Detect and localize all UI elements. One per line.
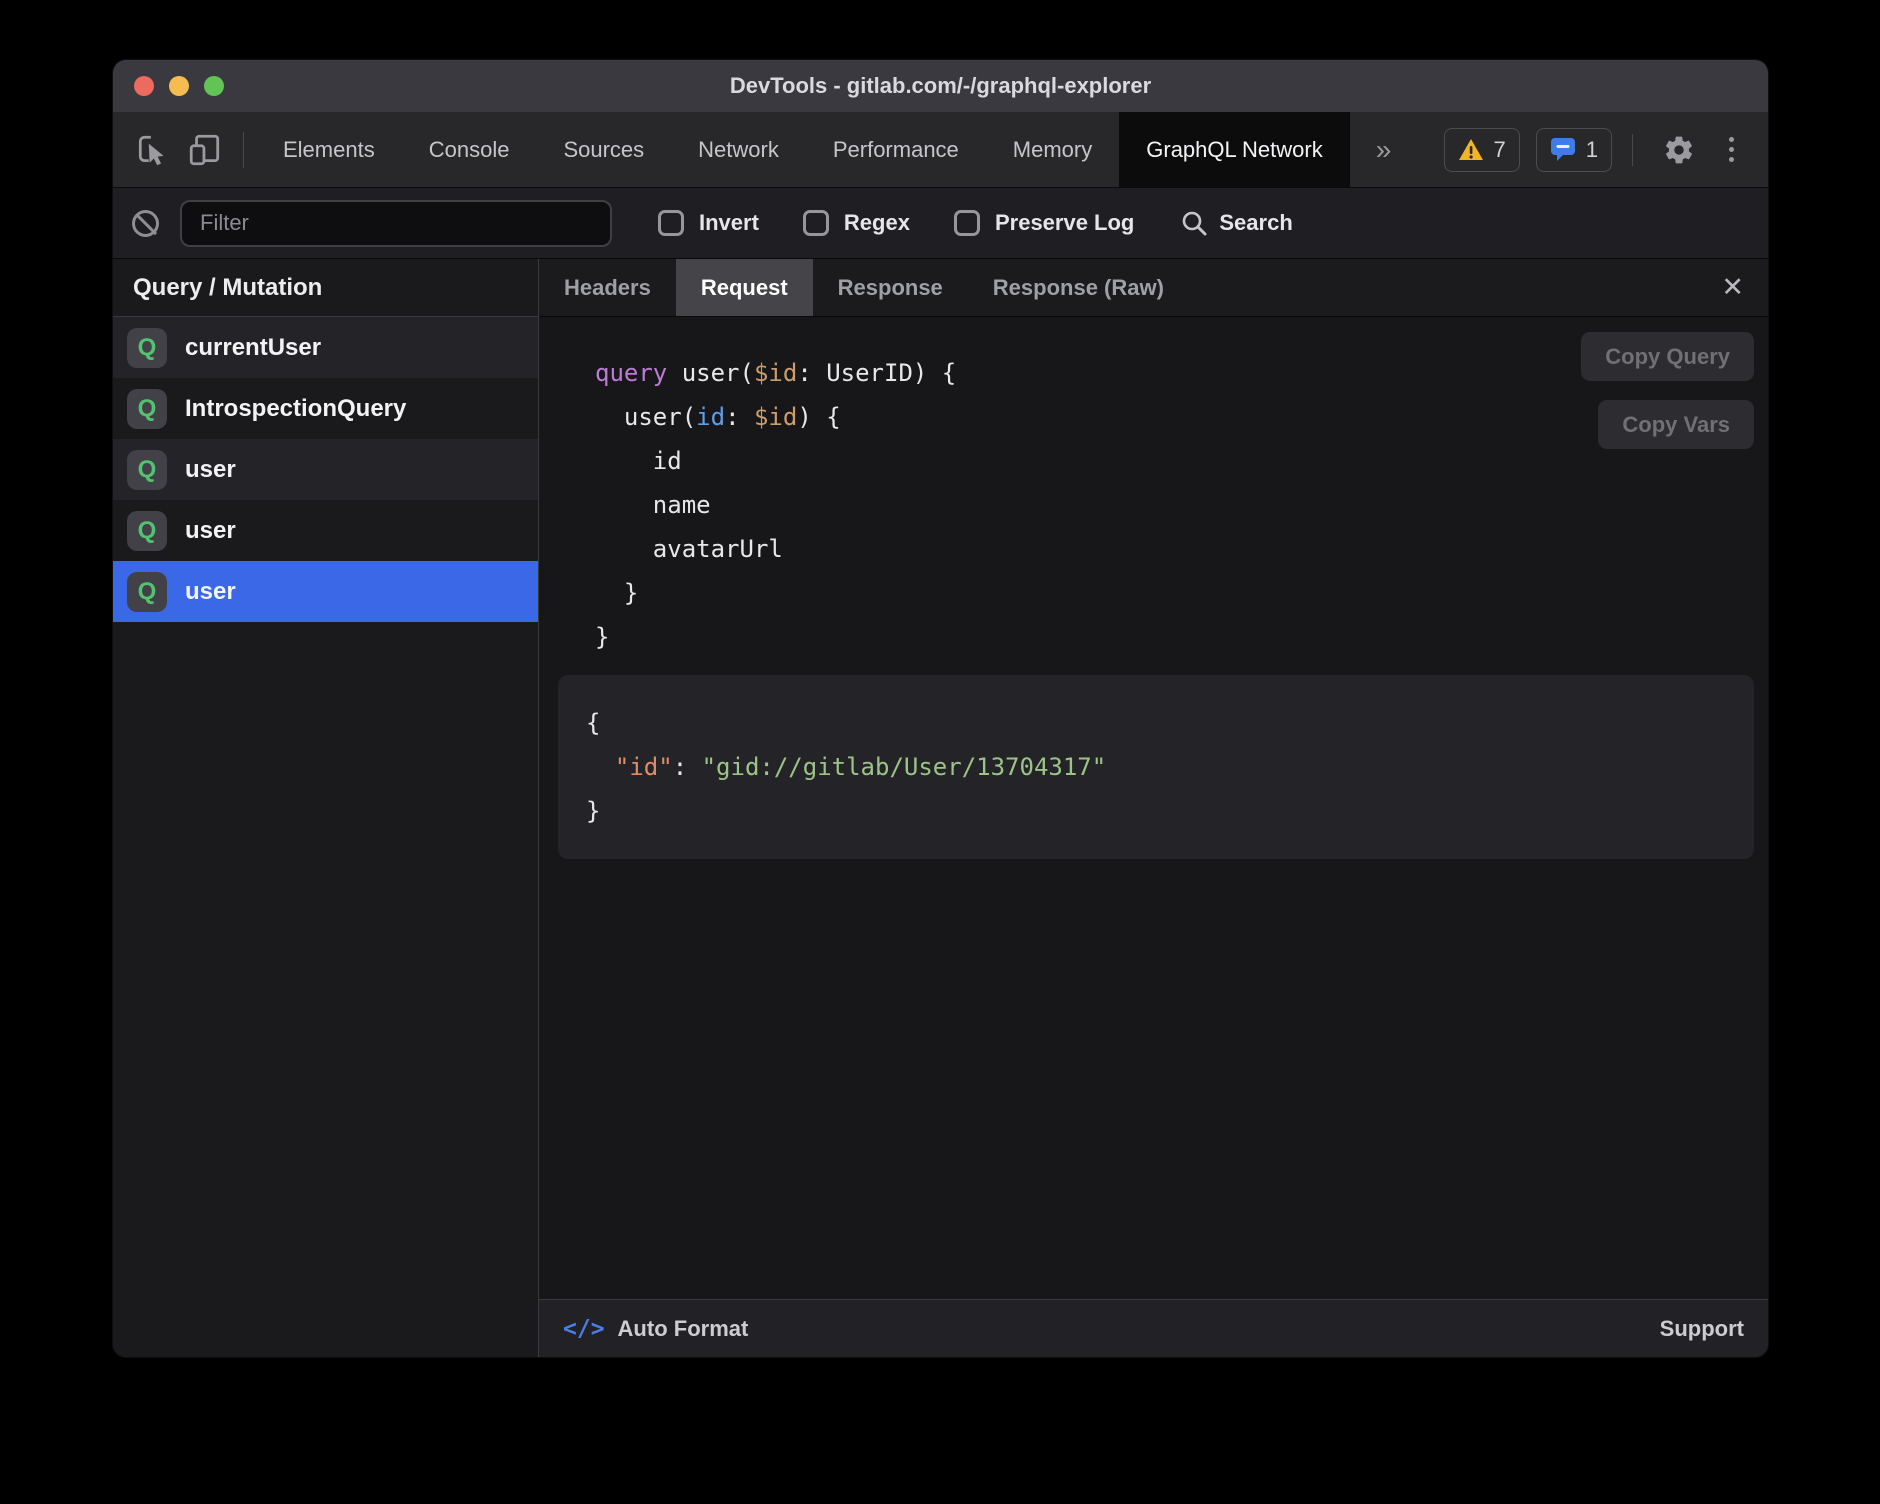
query-type-badge: Q: [127, 328, 167, 368]
query-type-badge: Q: [127, 572, 167, 612]
devtools-tab[interactable]: Performance: [806, 112, 986, 187]
checkbox-box[interactable]: [954, 210, 980, 236]
detail-tabs: HeadersRequestResponseResponse (Raw): [539, 259, 1189, 316]
devtools-tabbar: ElementsConsoleSourcesNetworkPerformance…: [113, 112, 1768, 188]
close-detail-icon[interactable]: ✕: [1721, 274, 1744, 301]
detail-tab[interactable]: Headers: [539, 259, 676, 316]
main-split: Query / Mutation Q currentUser Q Introsp…: [113, 259, 1768, 1357]
filter-checkbox[interactable]: Regex: [803, 210, 910, 236]
query-type-badge: Q: [127, 450, 167, 490]
devtools-tab[interactable]: Sources: [536, 112, 671, 187]
query-type-badge: Q: [127, 389, 167, 429]
devtools-tab[interactable]: Network: [671, 112, 806, 187]
checkbox-box[interactable]: [658, 210, 684, 236]
detail-tab[interactable]: Response (Raw): [968, 259, 1189, 316]
toolbar-divider: [1632, 134, 1633, 166]
code-line: avatarUrl: [595, 527, 1754, 571]
filter-input[interactable]: [180, 200, 612, 247]
detail-panel: HeadersRequestResponseResponse (Raw) ✕ q…: [539, 259, 1768, 1357]
warning-count: 7: [1494, 137, 1506, 163]
code-line: "id": "gid://gitlab/User/13704317": [586, 745, 1730, 789]
more-tabs-chevron-icon[interactable]: »: [1376, 134, 1392, 166]
devtools-window: DevTools - gitlab.com/-/graphql-explorer…: [113, 60, 1768, 1357]
search-label: Search: [1219, 210, 1292, 236]
detail-tab[interactable]: Response: [813, 259, 968, 316]
auto-format-label: Auto Format: [618, 1316, 749, 1342]
code-line: query user($id: UserID) {: [595, 351, 1754, 395]
toolbar-divider: [243, 132, 244, 168]
copy-buttons: Copy Query Copy Vars: [1581, 332, 1754, 449]
titlebar: DevTools - gitlab.com/-/graphql-explorer: [113, 60, 1768, 112]
code-line: }: [595, 571, 1754, 615]
detail-tabbar: HeadersRequestResponseResponse (Raw) ✕: [539, 259, 1768, 317]
device-toolbar-icon[interactable]: [182, 127, 228, 173]
query-mutation-header: Query / Mutation: [113, 259, 538, 317]
search-toggle[interactable]: Search: [1180, 209, 1292, 237]
filter-toolbar: Invert Regex Preserve Log Search: [113, 188, 1768, 259]
query-name-label: currentUser: [185, 334, 321, 362]
checkbox-box[interactable]: [803, 210, 829, 236]
kebab-menu-icon[interactable]: [1721, 133, 1742, 166]
window-title: DevTools - gitlab.com/-/graphql-explorer: [113, 73, 1768, 99]
checkbox-label: Regex: [844, 210, 910, 236]
detail-tab[interactable]: Request: [676, 259, 813, 316]
messages-badge[interactable]: 1: [1536, 128, 1612, 172]
panel-tabs: ElementsConsoleSourcesNetworkPerformance…: [256, 112, 1350, 187]
code-line: {: [586, 701, 1730, 745]
tabbar-right-controls: 7 1: [1444, 127, 1769, 173]
statusbar: </> Auto Format Support: [539, 1299, 1768, 1357]
support-link[interactable]: Support: [1660, 1316, 1744, 1342]
query-list-item[interactable]: Q user: [113, 561, 538, 622]
search-icon: [1180, 209, 1208, 237]
query-list: Q currentUser Q IntrospectionQuery Q use…: [113, 317, 538, 1357]
auto-format-button[interactable]: </> Auto Format: [563, 1316, 748, 1342]
checkbox-label: Preserve Log: [995, 210, 1134, 236]
message-bubble-icon: [1550, 137, 1576, 162]
sidebar: Query / Mutation Q currentUser Q Introsp…: [113, 259, 539, 1357]
devtools-tab[interactable]: Elements: [256, 112, 402, 187]
filter-checkbox[interactable]: Invert: [658, 210, 759, 236]
code-line: user(id: $id) {: [595, 395, 1754, 439]
query-name-label: user: [185, 456, 236, 484]
copy-vars-button[interactable]: Copy Vars: [1598, 400, 1754, 449]
request-pane: query user($id: UserID) { user(id: $id) …: [539, 317, 1768, 1299]
copy-query-button[interactable]: Copy Query: [1581, 332, 1754, 381]
variables-block: { "id": "gid://gitlab/User/13704317"}: [558, 675, 1754, 859]
query-name-label: user: [185, 578, 236, 606]
inspect-element-icon[interactable]: [130, 127, 176, 173]
settings-gear-icon[interactable]: [1656, 127, 1702, 173]
query-name-label: IntrospectionQuery: [185, 395, 406, 423]
code-line: id: [595, 439, 1754, 483]
clear-log-icon[interactable]: [132, 210, 159, 237]
query-list-item[interactable]: Q IntrospectionQuery: [113, 378, 538, 439]
devtools-tab[interactable]: GraphQL Network: [1119, 112, 1349, 187]
devtools-tab[interactable]: Memory: [986, 112, 1119, 187]
checkbox-label: Invert: [699, 210, 759, 236]
query-list-item[interactable]: Q currentUser: [113, 317, 538, 378]
query-name-label: user: [185, 517, 236, 545]
code-line: name: [595, 483, 1754, 527]
devtools-tab[interactable]: Console: [402, 112, 537, 187]
filter-checkbox[interactable]: Preserve Log: [954, 210, 1134, 236]
code-brackets-icon: </>: [563, 1316, 605, 1342]
warning-triangle-icon: [1458, 138, 1484, 162]
graphql-query-code: query user($id: UserID) { user(id: $id) …: [558, 351, 1754, 659]
message-count: 1: [1586, 137, 1598, 163]
query-list-item[interactable]: Q user: [113, 500, 538, 561]
query-list-item[interactable]: Q user: [113, 439, 538, 500]
query-type-badge: Q: [127, 511, 167, 551]
filter-options: Invert Regex Preserve Log: [658, 210, 1134, 236]
code-line: }: [586, 789, 1730, 833]
code-line: }: [595, 615, 1754, 659]
warnings-badge[interactable]: 7: [1444, 128, 1520, 172]
